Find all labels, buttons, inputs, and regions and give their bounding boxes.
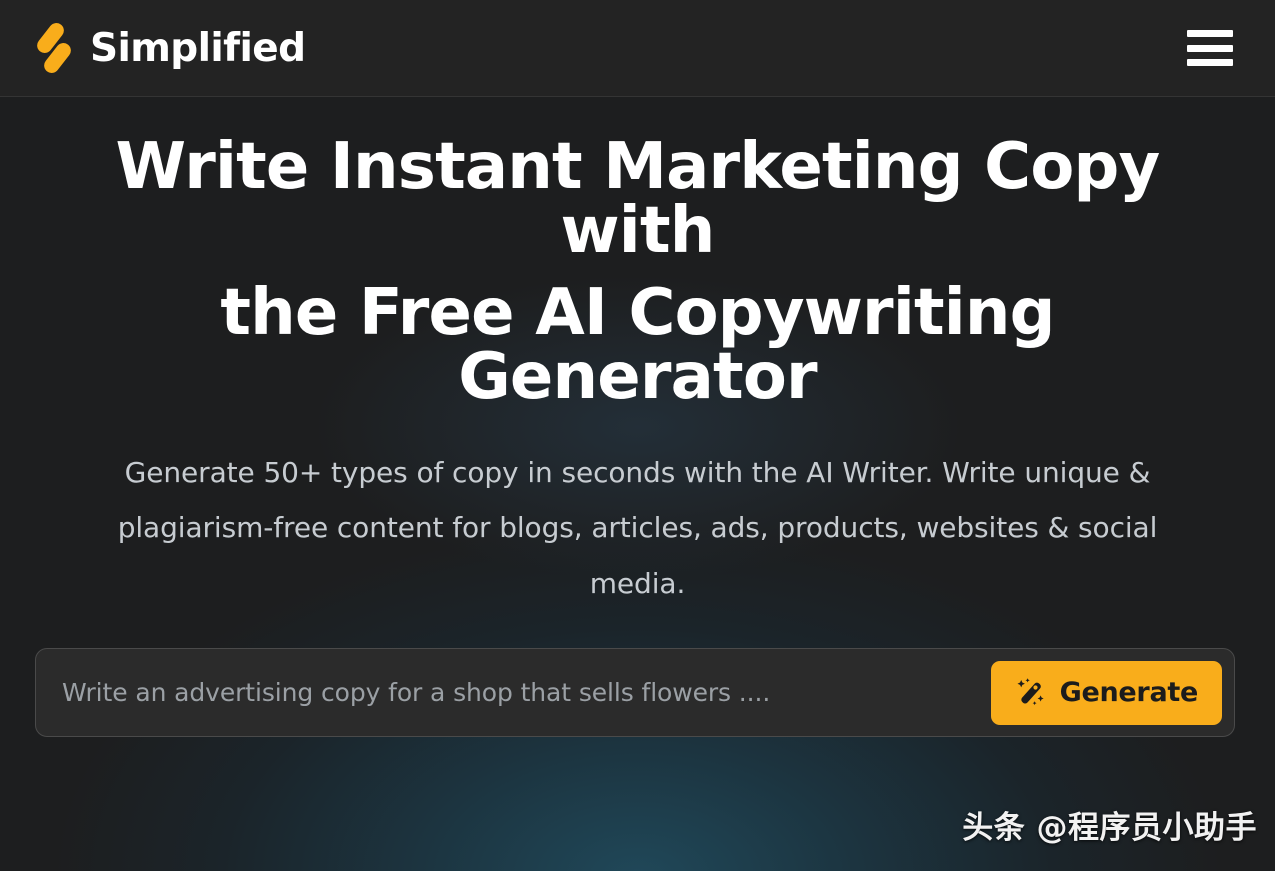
watermark-text: 头条 @程序员小助手	[962, 810, 1257, 846]
page-title: Write Instant Marketing Copy with the Fr…	[48, 135, 1228, 409]
page-subtitle: Generate 50+ types of copy in seconds wi…	[117, 456, 1158, 600]
generate-button-label: Generate	[1059, 677, 1199, 708]
hero-content: Write Instant Marketing Copy with the Fr…	[48, 97, 1228, 611]
page-title-line-2: the Free AI Copywriting Generator	[220, 276, 1055, 414]
simplified-slash-logo-icon	[32, 23, 76, 73]
hamburger-bar-1	[1187, 30, 1233, 37]
prompt-bar: Generate	[35, 648, 1235, 737]
hamburger-bar-2	[1187, 44, 1233, 52]
magic-wand-icon	[1015, 677, 1047, 709]
page-root: Simplified Write Instant Marketing Copy …	[0, 0, 1275, 871]
generate-button[interactable]: Generate	[990, 660, 1222, 725]
site-header: Simplified	[0, 0, 1275, 97]
brand-name: Simplified	[90, 25, 306, 71]
hero-section: Write Instant Marketing Copy with the Fr…	[0, 97, 1275, 871]
hamburger-menu-icon[interactable]	[1187, 30, 1233, 66]
prompt-input[interactable]	[36, 649, 991, 736]
brand-logo[interactable]: Simplified	[32, 23, 306, 73]
hamburger-bar-3	[1187, 59, 1233, 66]
page-title-line-1: Write Instant Marketing Copy with	[115, 130, 1161, 268]
